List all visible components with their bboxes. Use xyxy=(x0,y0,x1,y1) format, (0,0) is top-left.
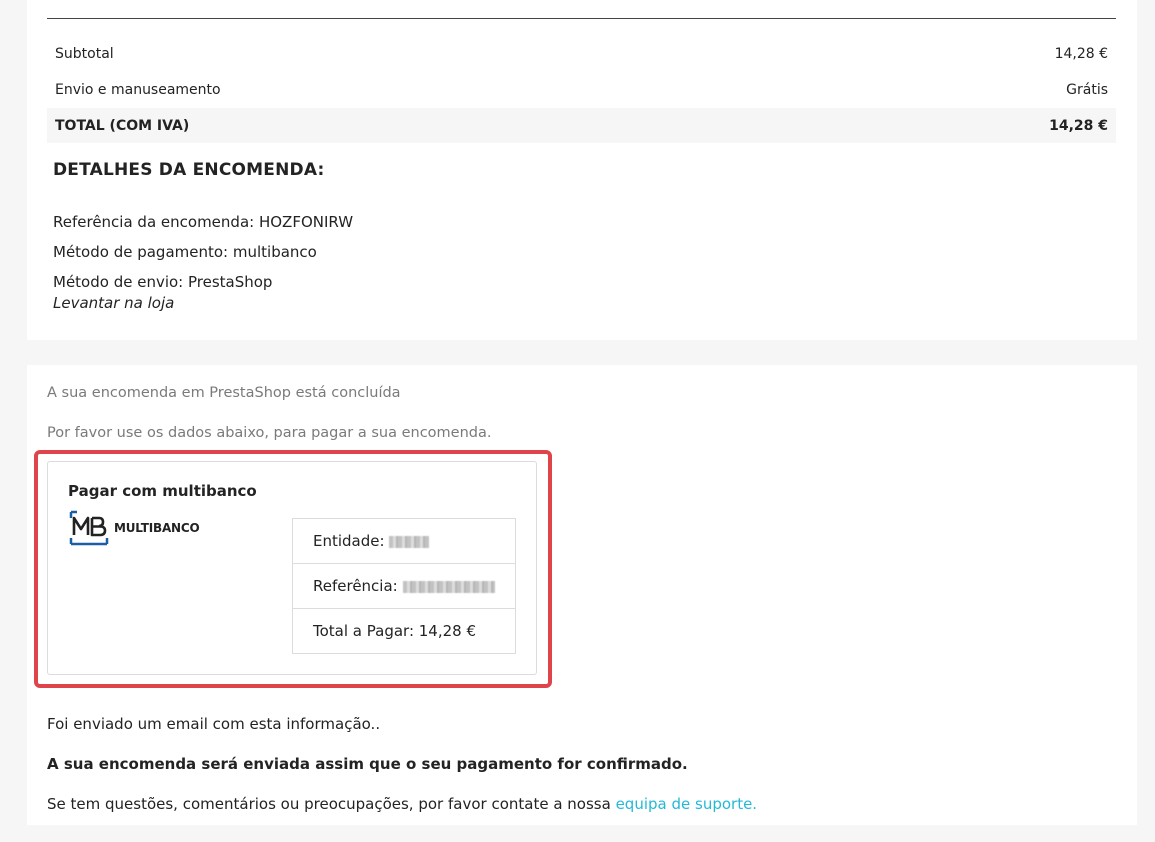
shipping-method: Método de envio: PrestaShop xyxy=(53,273,273,291)
multibanco-box: Pagar com multibanco MULTIBANCO Entidade… xyxy=(47,461,537,675)
payment-method: Método de pagamento: multibanco xyxy=(53,243,317,261)
multibanco-logo: MULTIBANCO xyxy=(68,509,200,547)
shipping-value: Grátis xyxy=(1066,82,1108,98)
shipping-note: Levantar na loja xyxy=(53,294,175,312)
order-details: DETALHES DA ENCOMENDA: Referência da enc… xyxy=(53,160,353,312)
total-row: TOTAL (COM IVA) 14,28 € xyxy=(47,108,1116,143)
support-message: Se tem questões, comentários ou preocupa… xyxy=(47,795,757,813)
subtotal-row: Subtotal 14,28 € xyxy=(47,36,1116,72)
shipping-confirmation-notice: A sua encomenda será enviada assim que o… xyxy=(47,755,688,773)
multibanco-logo-icon xyxy=(69,510,109,546)
order-details-heading: DETALHES DA ENCOMENDA: xyxy=(53,160,325,180)
order-reference: Referência da encomenda: HOZFONIRW xyxy=(53,213,354,231)
order-complete-message: A sua encomenda em PrestaShop está concl… xyxy=(47,385,401,401)
entity-value-redacted xyxy=(389,535,430,548)
entity-row: Entidade: xyxy=(292,518,516,564)
payment-instructions: Por favor use os dados abaixo, para paga… xyxy=(47,425,492,441)
divider xyxy=(47,18,1116,19)
multibanco-details-table: Entidade: Referência: Total a Pagar: 14,… xyxy=(292,518,516,654)
reference-label: Referência: xyxy=(313,577,398,595)
total-payable: Total a Pagar: 14,28 € xyxy=(292,608,516,654)
totals-table: Subtotal 14,28 € Envio e manuseamento Gr… xyxy=(47,36,1116,143)
payment-info-card: A sua encomenda em PrestaShop está concl… xyxy=(27,365,1137,825)
email-sent-notice: Foi enviado um email com esta informação… xyxy=(47,715,381,733)
multibanco-title: Pagar com multibanco xyxy=(68,482,257,500)
shipping-label: Envio e manuseamento xyxy=(55,82,221,98)
shipping-row: Envio e manuseamento Grátis xyxy=(47,72,1116,108)
total-label: TOTAL (COM IVA) xyxy=(55,117,190,134)
subtotal-value: 14,28 € xyxy=(1054,46,1108,62)
support-message-text: Se tem questões, comentários ou preocupa… xyxy=(47,795,611,813)
reference-value-redacted xyxy=(402,580,495,593)
multibanco-logo-text: MULTIBANCO xyxy=(114,521,200,535)
reference-row: Referência: xyxy=(292,563,516,609)
entity-label: Entidade: xyxy=(313,532,385,550)
total-value: 14,28 € xyxy=(1049,117,1108,134)
support-team-link[interactable]: equipa de suporte. xyxy=(616,795,758,813)
total-payable-row: Total a Pagar: 14,28 € xyxy=(292,608,516,654)
order-summary-card: Subtotal 14,28 € Envio e manuseamento Gr… xyxy=(27,0,1137,340)
subtotal-label: Subtotal xyxy=(55,46,114,62)
